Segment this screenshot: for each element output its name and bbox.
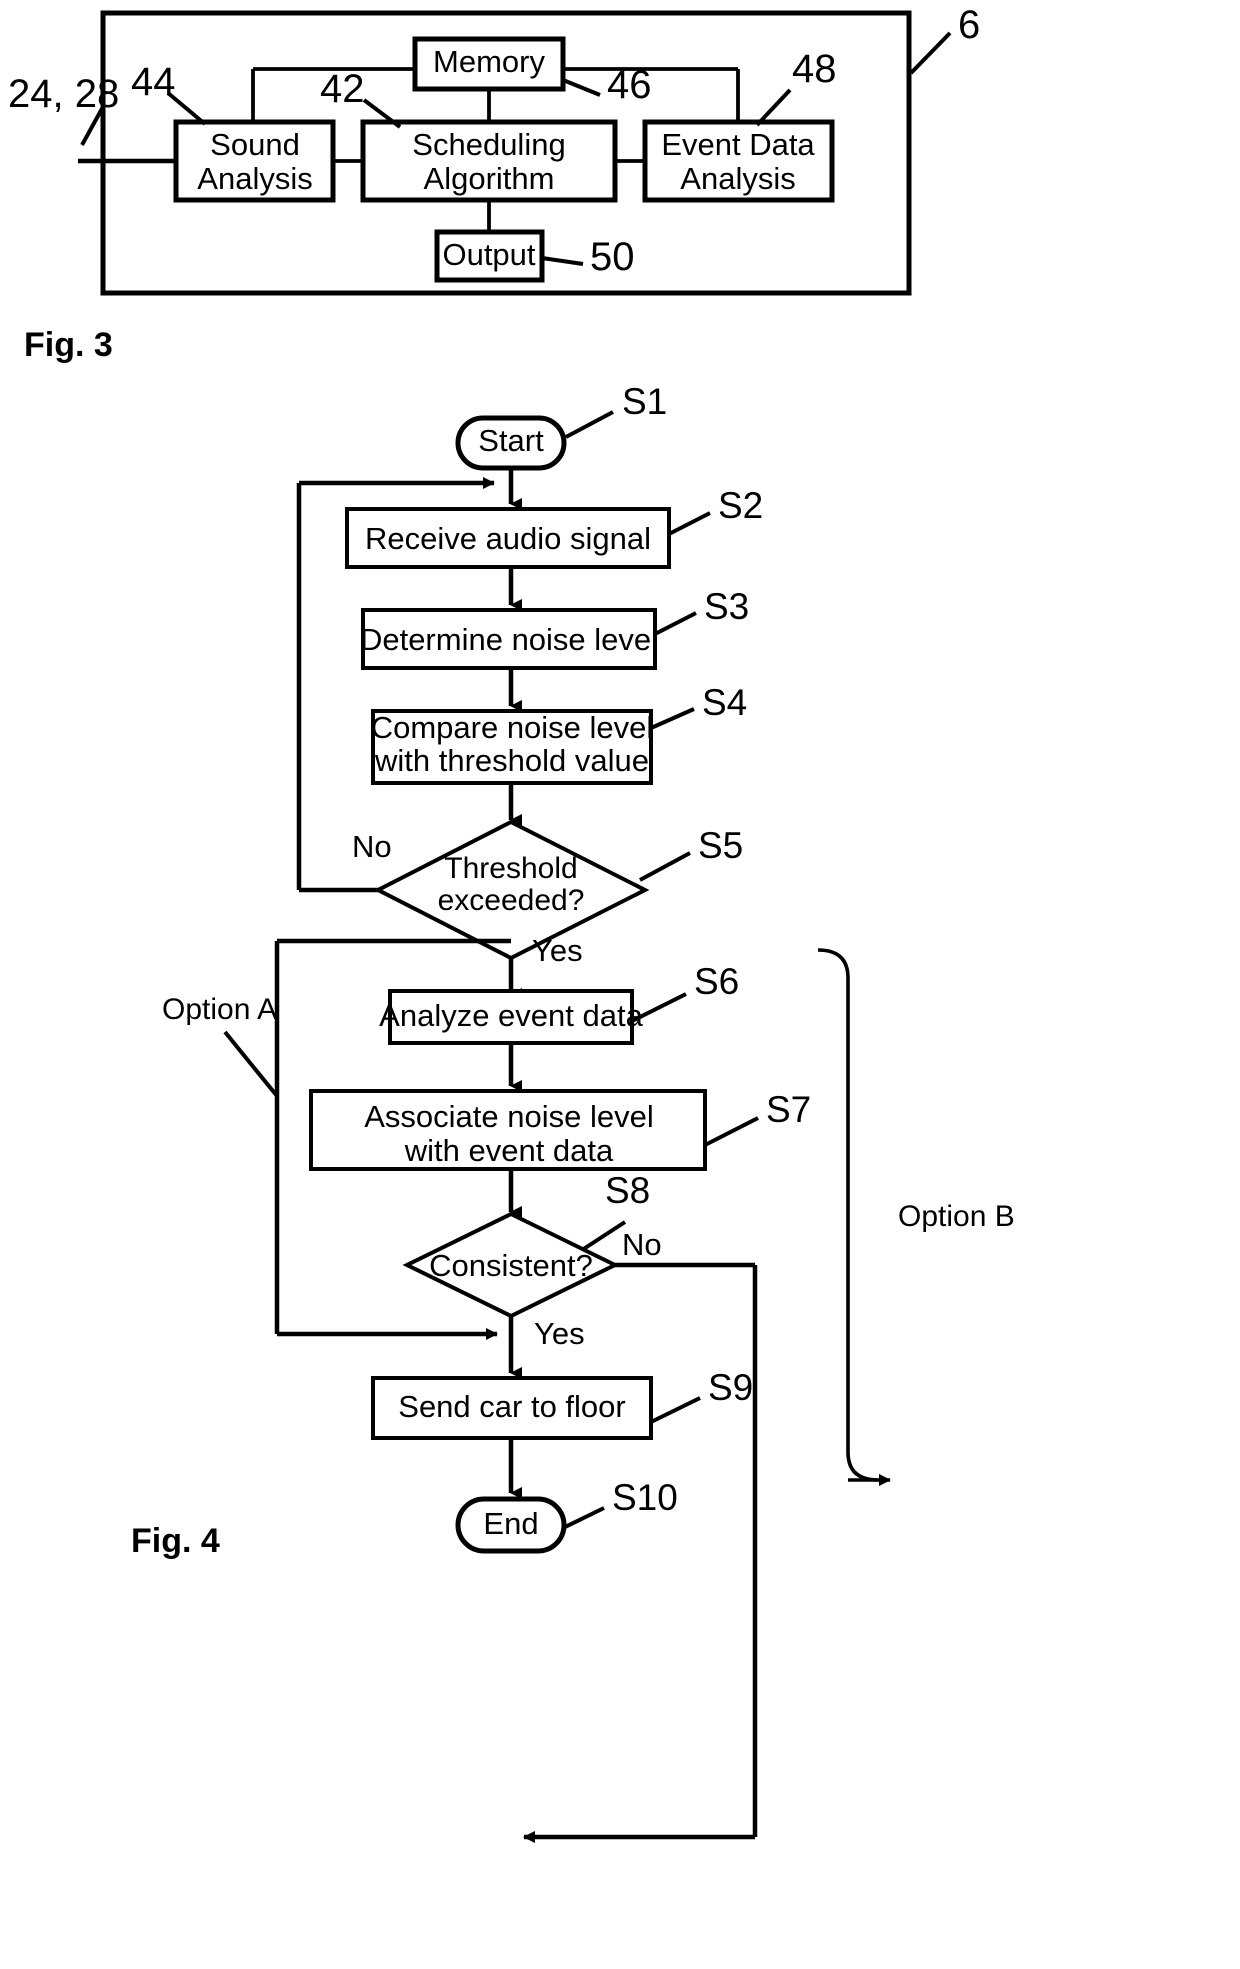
fig4-node-s5-label-2: exceeded? [438, 884, 585, 917]
figure-3: 6 24, 28 Memory 46 Sound Analysis 44 Sch… [8, 3, 980, 364]
fig3-caption: Fig. 3 [24, 326, 113, 364]
fig4-leader-s9 [650, 1396, 701, 1424]
fig4-label-s8-yes: Yes [534, 1316, 585, 1351]
fig4-ref-s4: S4 [702, 682, 747, 723]
fig3-ref-42: 42 [320, 67, 365, 111]
fig4-node-s4-label-1: Compare noise level [371, 710, 654, 745]
fig4-ref-s3: S3 [704, 586, 749, 627]
fig4-ref-s1: S1 [622, 381, 667, 422]
fig4-leader-s7 [704, 1116, 759, 1147]
fig3-ref-50: 50 [590, 235, 635, 279]
fig3-block-event-label-1: Event Data [661, 127, 815, 162]
fig4-node-s7-label-2: with event data [404, 1133, 614, 1168]
fig3-ref-48: 48 [792, 47, 837, 91]
fig4-node-end-label: End [483, 1506, 538, 1541]
fig4-node-s9-label: Send car to floor [398, 1389, 625, 1424]
fig4-ref-s5: S5 [698, 825, 743, 866]
fig3-leader-6 [909, 31, 952, 75]
fig4-node-s8-label: Consistent? [429, 1248, 593, 1283]
fig3-block-event-label-2: Analysis [680, 161, 795, 196]
fig4-leader-s10 [562, 1506, 605, 1530]
fig3-block-memory-label: Memory [433, 44, 545, 79]
fig4-leader-s3 [654, 611, 697, 636]
fig3-ref-24-28: 24, 28 [8, 72, 119, 116]
fig4-label-option-b: Option B [898, 1200, 1015, 1233]
fig4-leader-s1 [565, 410, 614, 439]
fig4-label-s5-no: No [352, 829, 392, 864]
fig4-node-s6-label: Analyze event data [379, 998, 643, 1033]
fig4-node-s2-label: Receive audio signal [365, 521, 651, 556]
fig4-node-s7-label-1: Associate noise level [364, 1099, 654, 1134]
fig4-leader-s4 [650, 707, 695, 730]
fig4-brace-option-b [817, 948, 879, 1482]
fig4-node-s5-label-1: Threshold [444, 852, 577, 885]
fig4-caption: Fig. 4 [131, 1522, 220, 1560]
fig4-node-s3-label: Determine noise level [360, 622, 658, 657]
figure-4: Start S1 Receive audio signal S2 Determi… [131, 381, 1015, 1843]
fig4-label-s5-yes: Yes [532, 933, 583, 968]
fig4-node-s4-label-2: with threshold value [374, 743, 649, 778]
fig4-leader-s2 [668, 511, 711, 536]
fig4-node-start-label: Start [478, 423, 544, 458]
fig3-leader-46 [562, 78, 601, 97]
fig4-ref-s9: S9 [708, 1367, 753, 1408]
fig3-block-output-label: Output [442, 237, 535, 272]
fig4-leader-s5 [639, 851, 691, 882]
fig3-block-scheduling-label-1: Scheduling [412, 127, 565, 162]
fig4-label-s8-no: No [622, 1227, 662, 1262]
fig4-ref-s6: S6 [694, 961, 739, 1002]
fig3-leader-50 [541, 256, 584, 266]
fig4-ref-s10: S10 [612, 1477, 678, 1518]
fig3-block-sound-analysis-label-2: Analysis [197, 161, 312, 196]
fig3-block-sound-analysis-label-1: Sound [210, 127, 300, 162]
fig4-label-option-a: Option A [162, 993, 277, 1026]
fig4-ref-s7: S7 [766, 1089, 811, 1130]
patent-drawing-sheet: 6 24, 28 Memory 46 Sound Analysis 44 Sch… [0, 0, 1240, 1969]
fig4-leader-option-a [223, 1030, 279, 1098]
fig4-ref-s2: S2 [718, 485, 763, 526]
fig3-ref-44: 44 [131, 60, 176, 104]
fig3-block-scheduling-label-2: Algorithm [424, 161, 555, 196]
fig4-leader-s8 [580, 1220, 627, 1252]
fig3-ref-6: 6 [958, 3, 980, 47]
fig4-ref-s8: S8 [605, 1170, 650, 1211]
